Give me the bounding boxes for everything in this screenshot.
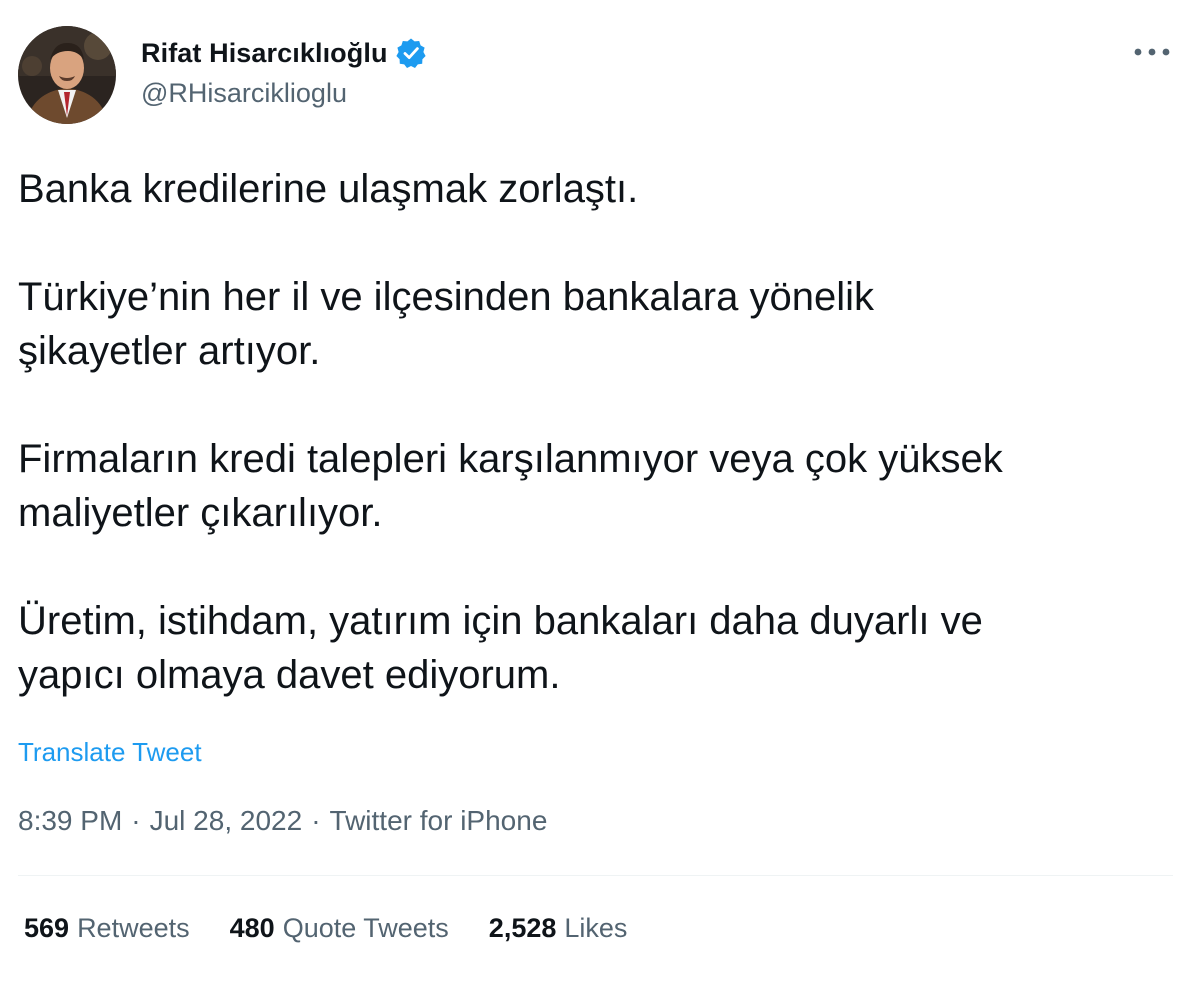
likes-count: 2,528 [488, 913, 557, 943]
quote-tweets-stat[interactable]: 480 Quote Tweets [230, 913, 449, 944]
tweet-text: Banka kredilerine ulaşmak zorlaştı. Türk… [18, 162, 1188, 702]
user-handle[interactable]: @RHisarciklioglu [141, 78, 347, 109]
retweets-count: 569 [24, 913, 70, 943]
quote-tweets-label: Quote Tweets [282, 913, 449, 943]
avatar[interactable] [18, 26, 116, 124]
tweet-paragraph: Üretim, istihdam, yatırım için bankaları… [18, 599, 983, 697]
tweet-time[interactable]: 8:39 PM [18, 805, 122, 837]
tweet-source[interactable]: Twitter for iPhone [330, 805, 548, 837]
more-options-icon[interactable] [1131, 38, 1173, 66]
tweet-paragraph: Türkiye’nin her il ve ilçesinden bankala… [18, 275, 874, 373]
meta-separator: · [131, 805, 141, 836]
engagement-stats: 569 Retweets 480 Quote Tweets 2,528 Like… [24, 913, 627, 944]
tweet-metadata: 8:39 PM · Jul 28, 2022 · Twitter for iPh… [18, 805, 547, 837]
tweet-detail: Rifat Hisarcıklıoğlu @RHisarciklioglu Ba… [0, 0, 1200, 981]
meta-separator: · [311, 805, 321, 836]
divider [18, 875, 1173, 876]
tweet-date[interactable]: Jul 28, 2022 [150, 805, 303, 837]
retweets-stat[interactable]: 569 Retweets [24, 913, 190, 944]
tweet-paragraph: Banka kredilerine ulaşmak zorlaştı. [18, 167, 639, 211]
verified-badge-icon [395, 37, 427, 69]
display-name-row: Rifat Hisarcıklıoğlu [141, 34, 427, 72]
tweet-paragraph: Firmaların kredi talepleri karşılanmıyor… [18, 437, 1003, 535]
likes-label: Likes [564, 913, 628, 943]
avatar-photo [18, 26, 116, 124]
quote-tweets-count: 480 [229, 913, 275, 943]
likes-stat[interactable]: 2,528 Likes [489, 913, 628, 944]
display-name[interactable]: Rifat Hisarcıklıoğlu [141, 38, 388, 69]
retweets-label: Retweets [77, 913, 190, 943]
translate-tweet-link[interactable]: Translate Tweet [18, 737, 202, 768]
